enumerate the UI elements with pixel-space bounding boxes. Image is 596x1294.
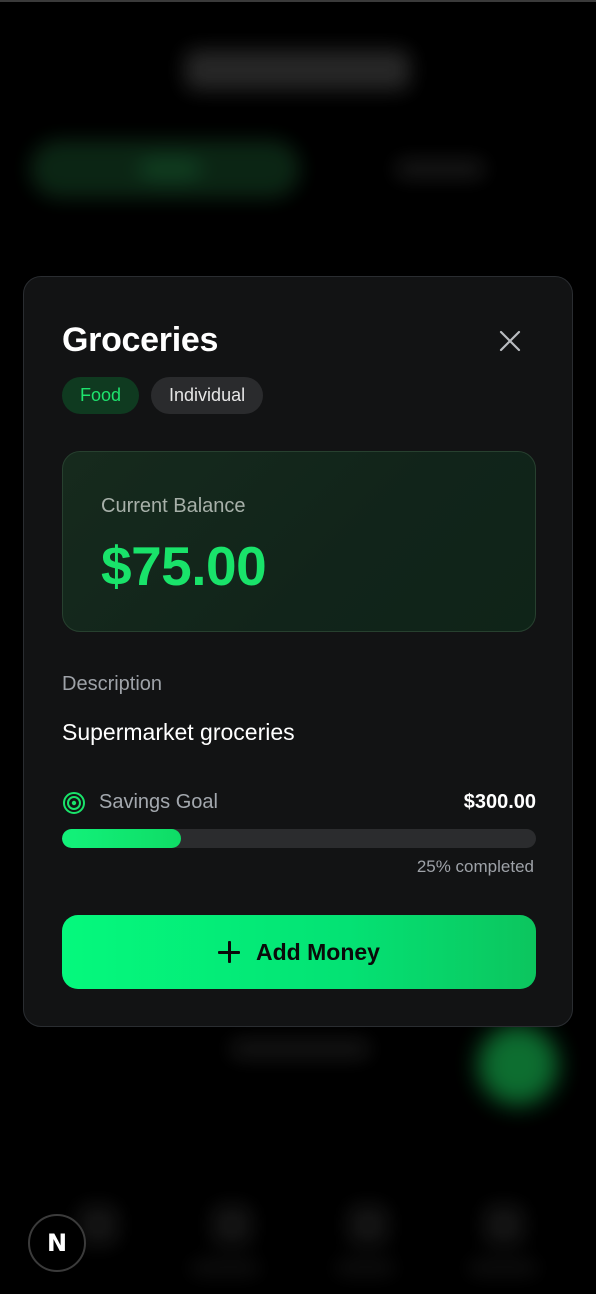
background-active-tab (30, 140, 300, 198)
add-money-button[interactable]: Add Money (62, 915, 536, 989)
background-nav-label (190, 1262, 260, 1274)
background-title (185, 50, 410, 90)
modal-title: Groceries (62, 321, 219, 359)
background-tab (395, 160, 485, 178)
background-nav-icon (212, 1205, 252, 1245)
add-money-label: Add Money (256, 938, 380, 965)
savings-goal-label: Savings Goal (99, 791, 218, 813)
plus-icon (218, 941, 241, 963)
app-screen: Groceries Food Individual Current Balanc… (0, 0, 596, 1294)
balance-label: Current Balance (101, 495, 246, 517)
tag-individual: Individual (151, 377, 264, 414)
dev-badge-letter: N (46, 1229, 68, 1257)
close-icon (499, 330, 521, 352)
background-nav-label (335, 1262, 395, 1274)
background-nav-label (468, 1262, 538, 1274)
background-nav-icon (484, 1205, 524, 1245)
balance-amount: $75.00 (101, 535, 267, 597)
background-row (230, 1040, 370, 1058)
savings-progress-bar (62, 829, 536, 848)
savings-progress-text: 25% completed (416, 857, 534, 876)
close-button[interactable] (494, 325, 526, 357)
savings-goal-row: Savings Goal $300.00 (62, 789, 536, 819)
description-label: Description (62, 673, 163, 695)
background-fab (478, 1025, 558, 1105)
tag-list: Food Individual (62, 377, 264, 414)
tag-food: Food (62, 377, 140, 414)
background-nav-icon (348, 1205, 388, 1245)
savings-progress-fill (62, 829, 181, 848)
description-text: Supermarket groceries (62, 719, 295, 745)
dev-tools-badge[interactable]: N (28, 1214, 86, 1272)
savings-goal-amount: $300.00 (463, 791, 536, 813)
balance-card: Current Balance $75.00 (62, 451, 536, 632)
category-detail-modal: Groceries Food Individual Current Balanc… (23, 276, 573, 1027)
target-icon (63, 792, 85, 814)
